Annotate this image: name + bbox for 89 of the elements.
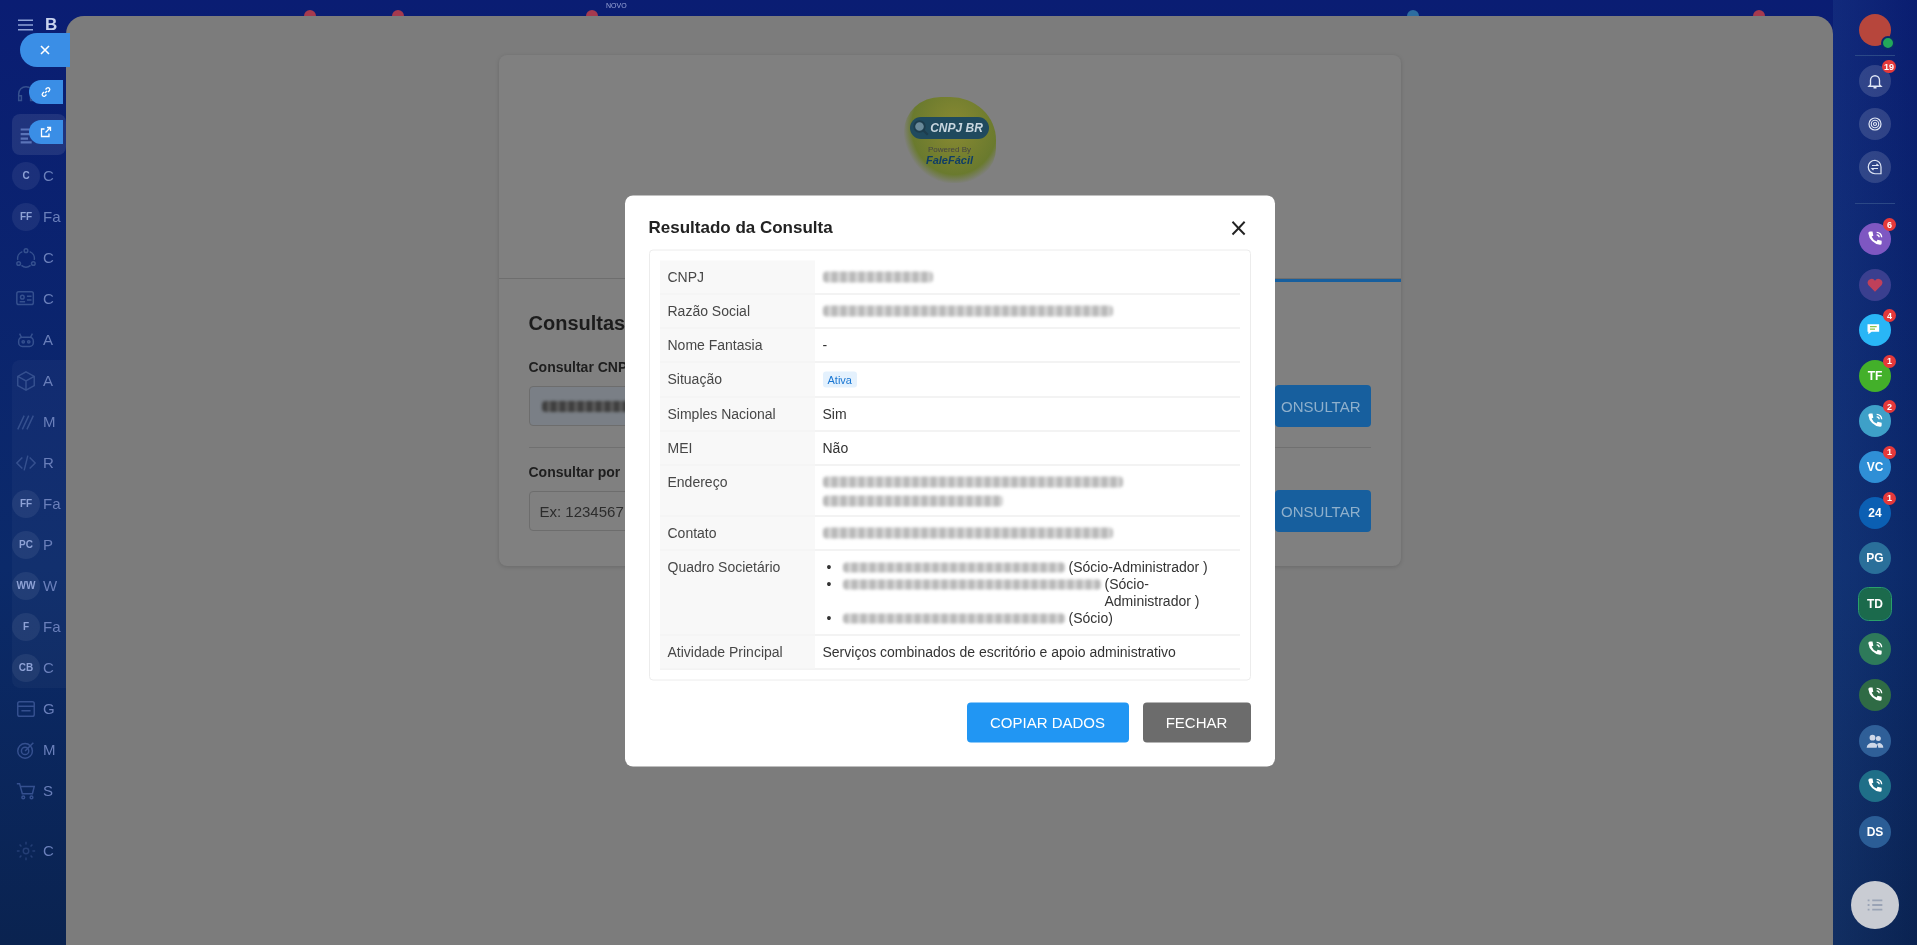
- field-label: Quadro Societário: [659, 550, 815, 634]
- chat-button[interactable]: [1859, 151, 1891, 183]
- field-label: Endereço: [659, 465, 815, 515]
- sidebar-item[interactable]: F Fa: [12, 606, 66, 647]
- partner-role: (Sócio-Administrador ): [1104, 575, 1201, 609]
- count-badge: 1: [1883, 354, 1896, 368]
- app-button[interactable]: [1859, 678, 1891, 711]
- app-button[interactable]: DS: [1859, 815, 1891, 848]
- count-badge: 2: [1883, 400, 1896, 414]
- app-button[interactable]: [1859, 405, 1891, 438]
- sidebar-item[interactable]: C C: [0, 155, 66, 196]
- sidebar-item[interactable]: S: [0, 770, 66, 811]
- field-label: Nome Fantasia: [659, 328, 815, 361]
- field-value: Serviços combinados de escritório e apoio administrativo: [822, 643, 1176, 659]
- field-label: Razão Social: [659, 294, 815, 327]
- spiral-icon: [1866, 115, 1884, 133]
- field-label: Simples Nacional: [659, 397, 815, 430]
- chat-arrows-icon: [1866, 158, 1884, 176]
- sidebar-item[interactable]: G: [0, 688, 66, 729]
- sidebar-item[interactable]: C: [0, 278, 66, 319]
- app-button[interactable]: [1859, 223, 1891, 255]
- field-label: CNPJ: [659, 260, 815, 293]
- menu-button[interactable]: [1851, 881, 1899, 929]
- copy-button[interactable]: COPIAR DADOS: [966, 702, 1129, 742]
- field-label: MEI: [659, 431, 815, 464]
- spiral-button[interactable]: [1859, 108, 1891, 140]
- brand-name: B: [45, 15, 58, 35]
- close-button[interactable]: ×: [1226, 217, 1251, 237]
- initials-avatar: FF: [12, 202, 40, 231]
- field-label: Consultar por: [528, 464, 622, 480]
- field-label: Contato: [659, 516, 815, 549]
- menu-icon[interactable]: [18, 19, 33, 31]
- sidebar-item[interactable]: CB C: [12, 647, 66, 688]
- sidebar-item[interactable]: C: [0, 237, 66, 278]
- sidebar-item[interactable]: M: [12, 401, 66, 442]
- link-button[interactable]: [29, 80, 63, 104]
- app-button[interactable]: PG: [1859, 542, 1891, 575]
- initials-avatar: WW: [12, 571, 40, 600]
- magnifier-icon: [912, 119, 931, 137]
- count-badge: 1: [1883, 491, 1896, 505]
- field-label: Situação: [659, 362, 815, 396]
- count-badge: 4: [1883, 309, 1896, 323]
- status-badge: [1881, 36, 1895, 50]
- partner-role: (Sócio-Administrador ): [1068, 558, 1209, 575]
- consult-button[interactable]: ONSULTAR: [1274, 385, 1371, 427]
- bell-icon: [1866, 72, 1884, 90]
- initials-avatar: C: [12, 161, 40, 190]
- bullet: •: [826, 558, 833, 575]
- sidebar-item[interactable]: C: [0, 830, 66, 871]
- gear-icon: [15, 839, 37, 862]
- field-value: Não: [822, 439, 849, 455]
- app-button[interactable]: [1859, 633, 1891, 666]
- initials-avatar: PC: [12, 530, 40, 559]
- box-icon: [15, 369, 37, 392]
- sidebar-item[interactable]: WW W: [12, 565, 66, 606]
- app-button[interactable]: [1859, 724, 1891, 757]
- field-label: Atividade Principal: [659, 635, 815, 668]
- close-icon: [39, 44, 51, 56]
- dialog-title: Resultado da Consulta: [648, 217, 833, 237]
- initials-avatar: F: [12, 612, 40, 641]
- cycle-icon: [15, 246, 37, 269]
- sidebar-item[interactable]: A: [12, 360, 66, 401]
- count-badge: 1: [1883, 445, 1896, 459]
- open-external-button[interactable]: [29, 120, 63, 144]
- link-icon: [40, 86, 52, 98]
- count-badge: 6: [1883, 218, 1896, 231]
- sidebar-item[interactable]: R: [12, 442, 66, 483]
- initials-avatar: FF: [12, 489, 40, 518]
- sidebar-item[interactable]: FF Fa: [12, 483, 66, 524]
- close-button[interactable]: [20, 33, 70, 67]
- field-value: -: [822, 336, 828, 352]
- status-badge: Ativa: [822, 371, 857, 387]
- app-button[interactable]: [1859, 314, 1891, 347]
- bullet: •: [826, 575, 833, 592]
- count-badge: 19: [1882, 60, 1896, 73]
- field-value: Sim: [822, 405, 847, 421]
- sidebar-item[interactable]: A: [0, 319, 66, 360]
- app-button[interactable]: [1859, 770, 1891, 803]
- external-link-icon: [40, 126, 52, 138]
- section-title: Consultas: [528, 312, 627, 335]
- sidebar-item[interactable]: PC P: [12, 524, 66, 565]
- sidebar-item[interactable]: FF Fa: [0, 196, 66, 237]
- initials-avatar: CB: [12, 653, 40, 682]
- close-dialog-button[interactable]: FECHAR: [1142, 702, 1251, 742]
- sidebar-item[interactable]: M: [0, 729, 66, 770]
- app-button[interactable]: TD: [1859, 587, 1891, 620]
- consult-button[interactable]: ONSULTAR: [1274, 490, 1371, 532]
- partner-role: (Sócio): [1068, 609, 1114, 626]
- bullet: •: [826, 609, 833, 626]
